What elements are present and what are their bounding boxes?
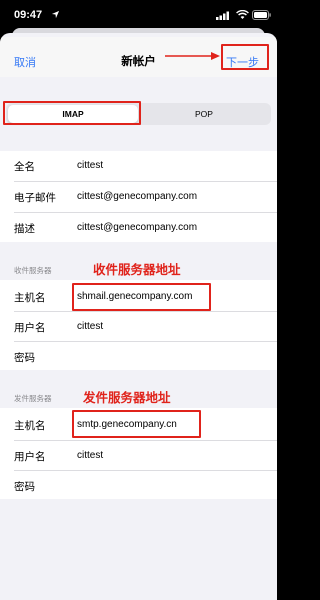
row-label: 全名 [14, 161, 35, 173]
outgoing-username-row[interactable]: 用户名 cittest [0, 441, 277, 471]
outgoing-annotation: 发件服务器地址 [83, 390, 171, 405]
incoming-username-row[interactable]: 用户名 cittest [0, 312, 277, 342]
battery-icon [252, 10, 271, 20]
row-label: 用户名 [14, 451, 46, 463]
cellular-signal-icon [216, 11, 229, 20]
row-label: 描述 [14, 223, 35, 235]
incoming-username-field[interactable]: cittest [77, 321, 103, 332]
outgoing-server-group: 主机名 smtp.genecompany.cn 用户名 cittest 密码 [0, 408, 277, 499]
email-row[interactable]: 电子邮件 cittest@genecompany.com [0, 182, 277, 212]
outgoing-host-field[interactable]: smtp.genecompany.cn [77, 419, 177, 430]
protocol-segmented-control: IMAP POP [6, 103, 271, 125]
outgoing-host-row[interactable]: 主机名 smtp.genecompany.cn [0, 410, 277, 440]
next-button[interactable]: 下一步 [226, 54, 259, 70]
navigation-bar: 取消 新帐户 下一步 [0, 37, 277, 77]
row-label: 密码 [14, 352, 35, 364]
location-arrow-icon [51, 10, 60, 19]
incoming-server-group: 主机名 shmail.genecompany.com 用户名 cittest 密… [0, 280, 277, 370]
segment-pop[interactable]: POP [139, 105, 269, 123]
email-field[interactable]: cittest@genecompany.com [77, 191, 197, 202]
row-label: 密码 [14, 481, 35, 493]
incoming-password-row[interactable]: 密码 [0, 342, 277, 372]
description-row[interactable]: 描述 cittest@genecompany.com [0, 213, 277, 243]
outgoing-password-row[interactable]: 密码 [0, 471, 277, 501]
full-name-row[interactable]: 全名 cittest [0, 151, 277, 181]
incoming-annotation: 收件服务器地址 [93, 262, 181, 277]
row-label: 用户名 [14, 322, 46, 334]
outgoing-username-field[interactable]: cittest [77, 450, 103, 461]
status-time: 09:47 [14, 9, 43, 21]
segment-imap[interactable]: IMAP [8, 105, 138, 123]
outgoing-server-header: 发件服务器 [14, 394, 52, 403]
full-name-field[interactable]: cittest [77, 160, 103, 171]
annotation-arrow-icon [165, 52, 220, 60]
row-label: 主机名 [14, 292, 46, 304]
account-info-group: 全名 cittest 电子邮件 cittest@genecompany.com … [0, 151, 277, 242]
incoming-host-field[interactable]: shmail.genecompany.com [77, 291, 192, 302]
description-field[interactable]: cittest@genecompany.com [77, 222, 197, 233]
incoming-server-header: 收件服务器 [14, 266, 52, 275]
incoming-host-row[interactable]: 主机名 shmail.genecompany.com [0, 282, 277, 312]
row-label: 主机名 [14, 420, 46, 432]
wifi-icon [236, 10, 249, 19]
row-label: 电子邮件 [14, 192, 56, 204]
